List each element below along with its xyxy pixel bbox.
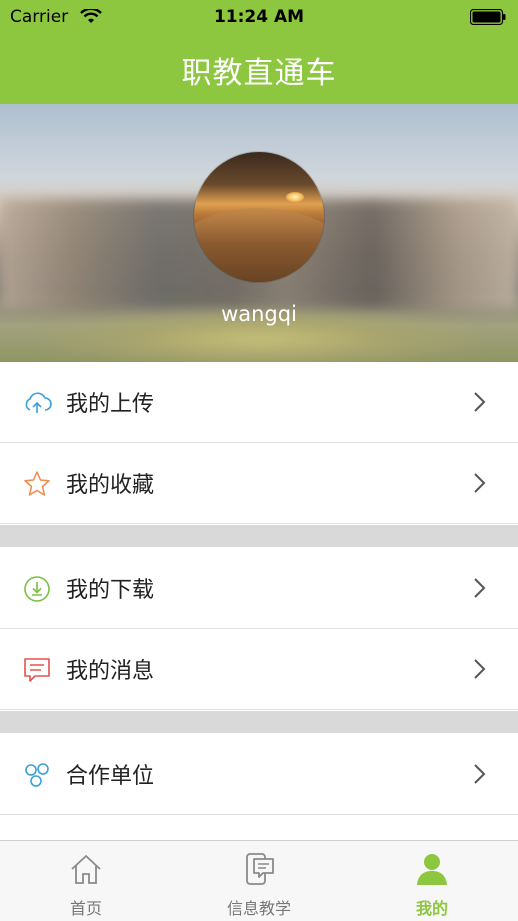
menu-item-label: 我的上传	[66, 392, 155, 417]
message-icon	[24, 658, 50, 682]
chevron-right-icon	[474, 764, 486, 784]
chevron-right-icon	[474, 659, 486, 679]
info-teaching-icon	[246, 853, 274, 885]
status-bar: Carrier 11:24 AM	[0, 0, 518, 34]
menu-item-my-downloads[interactable]: 我的下载	[0, 548, 518, 629]
username: wangqi	[221, 302, 297, 326]
menu-item-my-uploads[interactable]: 我的上传	[0, 362, 518, 443]
tab-info-teaching[interactable]: 信息教学	[173, 841, 345, 921]
star-icon	[24, 471, 50, 496]
section-divider	[0, 525, 518, 547]
menu-item-partners[interactable]: 合作单位	[0, 734, 518, 815]
profile-banner: wangqi	[0, 104, 518, 362]
menu-item-my-messages[interactable]: 我的消息	[0, 629, 518, 710]
menu-item-label: 我的收藏	[66, 473, 155, 498]
tab-bar: 首页 信息教学 我的	[0, 840, 518, 921]
person-icon	[417, 854, 447, 885]
menu-item-label: 合作单位	[66, 764, 155, 789]
app-header: Carrier 11:24 AM 职教直通车	[0, 0, 518, 104]
section-divider	[0, 711, 518, 733]
tab-label: 我的	[415, 899, 448, 918]
chevron-right-icon	[474, 392, 486, 412]
tab-label: 首页	[69, 899, 102, 918]
battery-icon	[470, 9, 506, 25]
tab-home[interactable]: 首页	[0, 841, 172, 921]
tab-label: 信息教学	[226, 899, 291, 918]
page-title: 职教直通车	[181, 56, 337, 91]
partners-icon	[25, 763, 49, 787]
avatar[interactable]	[194, 152, 324, 282]
avatar-sun	[286, 192, 304, 202]
menu-item-my-favorites[interactable]: 我的收藏	[0, 443, 518, 524]
download-icon	[24, 576, 50, 602]
cloud-upload-icon	[25, 392, 52, 413]
clock: 11:24 AM	[213, 7, 305, 27]
avatar-dune	[194, 208, 324, 282]
menu-item-label: 我的消息	[66, 659, 155, 684]
tab-mine[interactable]: 我的	[346, 841, 518, 921]
home-icon	[71, 855, 101, 884]
chevron-right-icon	[474, 473, 486, 493]
menu-item-label: 我的下载	[66, 578, 155, 603]
chevron-right-icon	[474, 578, 486, 598]
